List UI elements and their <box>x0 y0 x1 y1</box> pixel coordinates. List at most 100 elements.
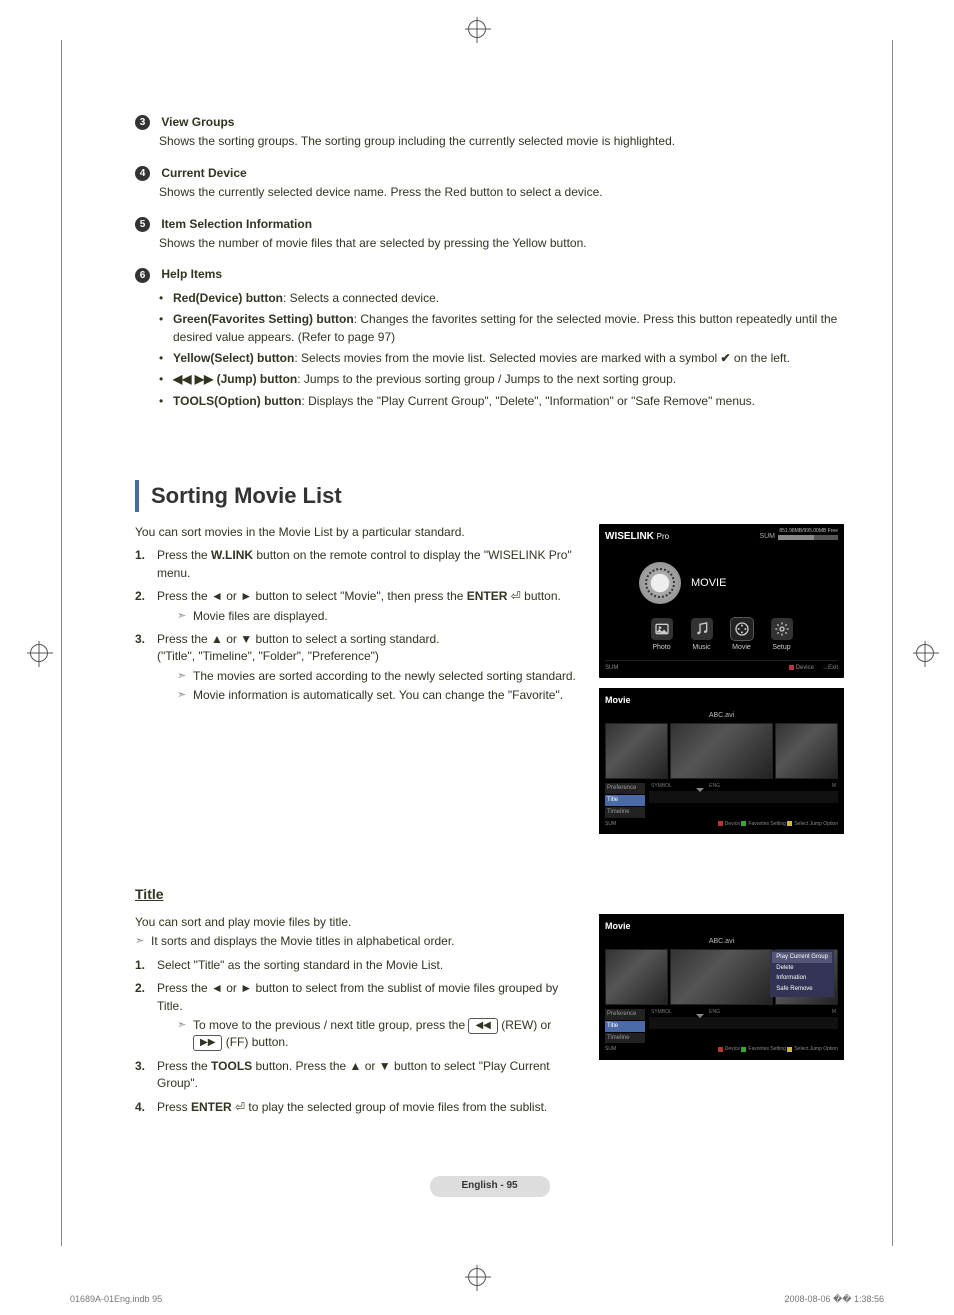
f3-fav: Favorites Setting <box>748 1046 786 1052</box>
ff-button-icon: ▶▶ <box>193 1035 222 1051</box>
help-jump: ◀◀ ▶▶ (Jump) button: Jumps to the previo… <box>159 371 844 388</box>
t4a: Press <box>157 1100 191 1114</box>
fig1-title: WISELINK <box>605 531 654 542</box>
gear-icon <box>774 621 790 637</box>
help-yellow-desc2: on the left. <box>731 351 790 365</box>
sort-preference[interactable]: Preference <box>605 783 645 794</box>
fig2-sum: SUM <box>605 821 616 828</box>
t2-note: To move to the previous / next title gro… <box>177 1017 581 1052</box>
s3-a: Press the ▲ or ▼ button to select a sort… <box>157 632 440 646</box>
help-yellow-title: Yellow(Select) button <box>173 351 294 365</box>
sort-title-2[interactable]: Title <box>605 1021 645 1032</box>
title-note: It sorts and displays the Movie titles i… <box>135 933 581 950</box>
sort-pref-2[interactable]: Preference <box>605 1009 645 1020</box>
t4b: ENTER <box>191 1100 232 1114</box>
free-space-bar: SUM 851.98MB/995.00MB Free <box>759 532 838 542</box>
thumb-main-2 <box>670 949 773 1005</box>
fig1-main-tile: MOVIE <box>639 562 838 604</box>
s2-note: Movie files are displayed. <box>177 608 581 625</box>
item-5-title: Item Selection Information <box>161 217 312 231</box>
f2-device: Device <box>725 821 740 827</box>
fig3-filename: ABC.avi <box>605 937 838 947</box>
thumb-main <box>670 723 773 779</box>
item-4-title: Current Device <box>161 166 246 180</box>
step-num-1: 1. <box>135 547 157 582</box>
s3-note1: The movies are sorted according to the n… <box>177 668 581 685</box>
item-4: 4 Current Device <box>135 165 844 182</box>
s3-b: ("Title", "Timeline", "Folder", "Prefere… <box>157 649 379 663</box>
film-reel-icon <box>639 562 681 604</box>
popup-delete[interactable]: Delete <box>772 963 832 974</box>
help-jump-desc: : Jumps to the previous sorting group / … <box>297 372 676 386</box>
sc-c: M <box>832 783 836 790</box>
f2-jump: Jump <box>810 821 822 827</box>
section-sorting-title: Sorting Movie List <box>135 480 844 512</box>
step-num-2: 2. <box>135 588 157 625</box>
title-step-3: 3. Press the TOOLS button. Press the ▲ o… <box>135 1058 581 1093</box>
f3-select: Select <box>794 1046 808 1052</box>
check-icon: ✔ <box>721 350 731 367</box>
fig1-help-device: Device <box>796 665 814 671</box>
sorting-step-2: 2. Press the ◄ or ► button to select "Mo… <box>135 588 581 625</box>
fig1-sum: SUM <box>759 532 775 542</box>
s2-a: Press the ◄ or ► button to select "Movie… <box>157 589 467 603</box>
help-yellow-desc1: : Selects movies from the movie list. Se… <box>294 351 720 365</box>
bullet-5: 5 <box>135 217 150 232</box>
popup-safe[interactable]: Safe Remove <box>772 984 832 995</box>
sc2-c: M <box>832 1009 836 1016</box>
page-number-badge: English - 95 <box>430 1176 550 1197</box>
footer-right: 2008-08-06 �� 1:38:56 <box>784 1293 884 1306</box>
f2-option: Option <box>823 821 838 827</box>
sorting-step-1: 1. Press the W.LINK button on the remote… <box>135 547 581 582</box>
title-step-2: 2. Press the ◄ or ► button to select fro… <box>135 980 581 1052</box>
item-3: 3 View Groups <box>135 114 844 131</box>
title-step-4: 4. Press ENTER ⏎ to play the selected gr… <box>135 1099 581 1116</box>
movie-tab-label: Movie <box>732 643 751 653</box>
step-num-3: 3. <box>135 631 157 705</box>
help-tools: TOOLS(Option) button: Displays the "Play… <box>159 393 844 410</box>
title-step-1: 1. Select "Title" as the sorting standar… <box>135 957 581 974</box>
t2na: To move to the previous / next title gro… <box>193 1018 468 1032</box>
bullet-4: 4 <box>135 166 150 181</box>
sort-title[interactable]: Title <box>605 795 645 806</box>
f2-fav: Favorites Setting <box>748 821 786 827</box>
setup-tab[interactable]: Setup <box>771 618 793 653</box>
alpha-scale <box>649 791 838 803</box>
sort-column-2: Preference Title Timeline <box>605 1009 645 1043</box>
music-tab[interactable]: Music <box>691 618 713 653</box>
help-items-list: Red(Device) button: Selects a connected … <box>159 290 844 410</box>
fig2-filename: ABC.avi <box>605 711 838 721</box>
thumb-prev-2 <box>605 949 668 1005</box>
help-green: Green(Favorites Setting) button: Changes… <box>159 311 844 346</box>
print-footer: 01689A-01Eng.indb 95 2008-08-06 �� 1:38:… <box>0 1293 954 1306</box>
t2nb: (REW) or <box>498 1018 551 1032</box>
sorting-step-3: 3. Press the ▲ or ▼ button to select a s… <box>135 631 581 705</box>
movie-tab[interactable]: Movie <box>731 618 753 653</box>
help-jump-title: (Jump) button <box>213 372 297 386</box>
s3-note2: Movie information is automatically set. … <box>177 687 581 704</box>
help-tools-desc: : Displays the "Play Current Group", "De… <box>301 394 755 408</box>
f3-option: Option <box>823 1046 838 1052</box>
help-tools-title: TOOLS(Option) button <box>173 394 301 408</box>
t-num-1: 1. <box>135 957 157 974</box>
figure-movie-popup: Movie ABC.avi Play Current Group Delete … <box>599 914 844 1060</box>
t4c: to play the selected group of movie file… <box>245 1100 547 1114</box>
movie-icon <box>734 621 750 637</box>
f3-device: Device <box>725 1046 740 1052</box>
photo-icon <box>654 621 670 637</box>
s1-b: W.LINK <box>211 548 253 562</box>
setup-label: Setup <box>772 643 790 653</box>
item-6: 6 Help Items <box>135 266 844 283</box>
sort-timeline-2[interactable]: Timeline <box>605 1033 645 1044</box>
photo-tab[interactable]: Photo <box>651 618 673 653</box>
t3b: TOOLS <box>211 1059 252 1073</box>
item-6-title: Help Items <box>161 267 222 281</box>
sort-timeline[interactable]: Timeline <box>605 807 645 818</box>
item-3-desc: Shows the sorting groups. The sorting gr… <box>159 133 844 150</box>
popup-play[interactable]: Play Current Group <box>772 952 832 963</box>
help-red: Red(Device) button: Selects a connected … <box>159 290 844 307</box>
popup-info[interactable]: Information <box>772 973 832 984</box>
title-text-column: You can sort and play movie files by tit… <box>135 914 581 1116</box>
sorting-intro: You can sort movies in the Movie List by… <box>135 524 581 541</box>
alpha-scale-2 <box>649 1017 838 1029</box>
